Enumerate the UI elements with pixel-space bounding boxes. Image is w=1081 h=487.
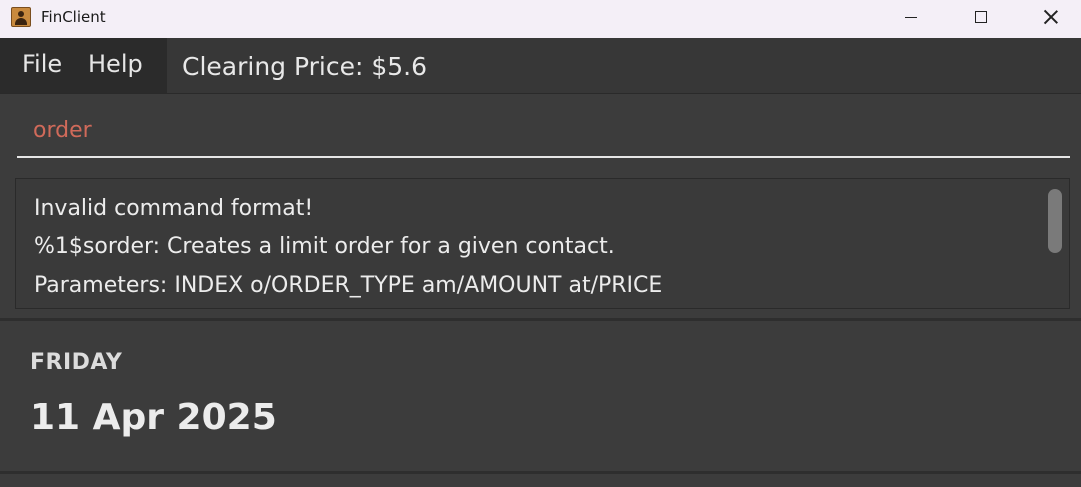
maximize-button[interactable] (946, 0, 1016, 34)
day-of-week: FRIDAY (30, 350, 123, 375)
minimize-button[interactable] (876, 0, 946, 34)
result-line: Invalid command format! (34, 196, 314, 221)
clearing-price-label: Clearing Price: $5.6 (182, 52, 428, 81)
menu-help[interactable]: Help (88, 50, 143, 78)
app-window: FinClient File Help Clearing Price: $5.6… (0, 0, 1081, 487)
result-line: Parameters: INDEX o/ORDER_TYPE am/AMOUNT… (34, 273, 663, 298)
result-line: %1$sorder: Creates a limit order for a g… (34, 234, 615, 259)
current-date: 11 Apr 2025 (30, 397, 277, 438)
contacts-book-icon (11, 7, 31, 27)
list-panel-edge (0, 474, 1081, 487)
command-input[interactable] (17, 104, 1070, 158)
close-button[interactable] (1016, 0, 1081, 34)
close-icon (1043, 9, 1059, 25)
title-bar[interactable]: FinClient (0, 0, 1081, 38)
result-display: Invalid command format! %1$sorder: Creat… (15, 178, 1070, 309)
menu-file[interactable]: File (22, 50, 62, 78)
window-title: FinClient (41, 8, 106, 26)
minimize-icon (905, 16, 917, 18)
result-scrollbar[interactable] (1048, 189, 1062, 253)
menu-bar: File Help Clearing Price: $5.6 (0, 38, 1081, 94)
date-panel: FRIDAY 11 Apr 2025 (0, 321, 1081, 471)
menu-group: File Help (0, 38, 167, 93)
maximize-icon (975, 11, 987, 23)
command-box (0, 94, 1081, 170)
